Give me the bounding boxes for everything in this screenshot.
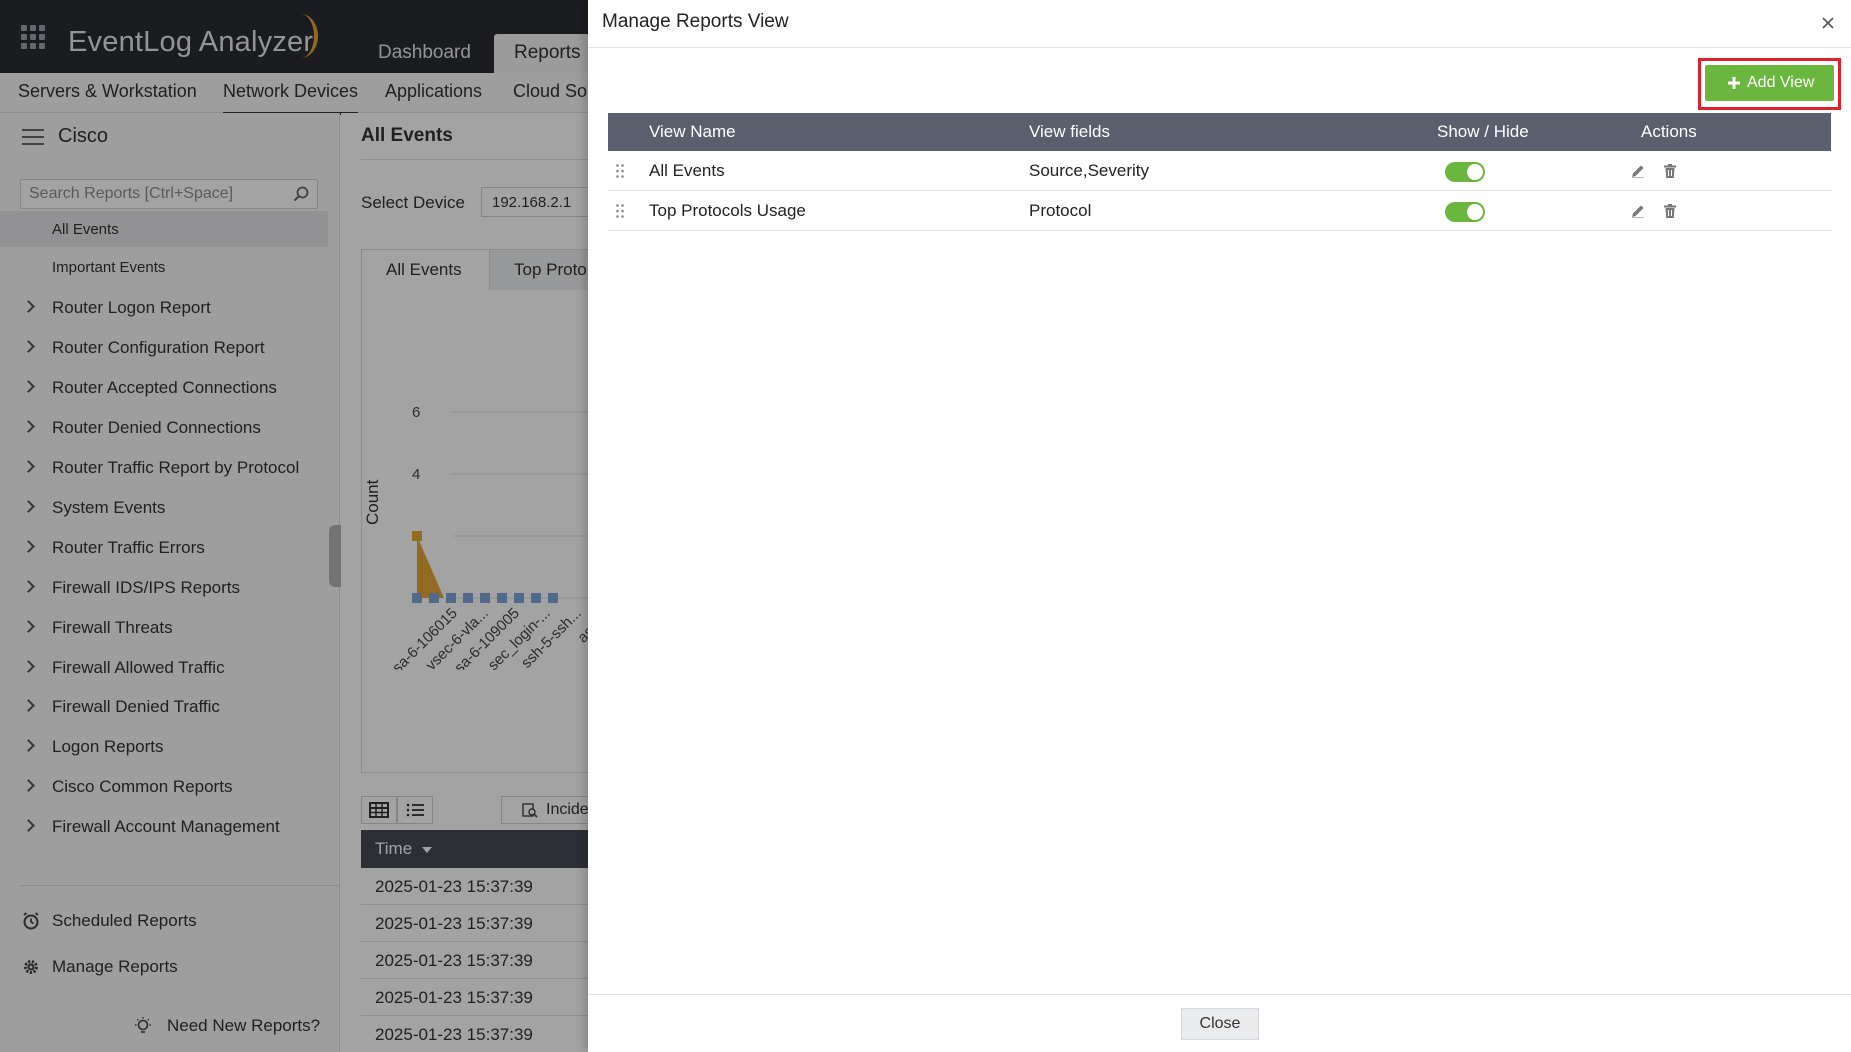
pencil-edit-icon[interactable] bbox=[1630, 163, 1646, 179]
add-view-label: Add View bbox=[1747, 74, 1815, 91]
drag-handle-icon[interactable] bbox=[615, 163, 625, 179]
manage-reports-view-dialog: Manage Reports View Add View View Name V… bbox=[588, 0, 1851, 1052]
view-fields-cell: Protocol bbox=[1029, 201, 1092, 220]
show-hide-toggle[interactable] bbox=[1445, 202, 1485, 222]
drag-handle-icon[interactable] bbox=[615, 203, 625, 219]
column-header-view-name: View Name bbox=[649, 122, 736, 141]
add-view-button[interactable]: Add View bbox=[1705, 65, 1834, 101]
trash-delete-icon[interactable] bbox=[1662, 203, 1678, 219]
table-row: All Events Source,Severity bbox=[608, 151, 1831, 191]
view-name-cell: All Events bbox=[649, 161, 725, 180]
column-header-show-hide: Show / Hide bbox=[1437, 122, 1529, 141]
dialog-title: Manage Reports View bbox=[602, 11, 789, 32]
view-fields-cell: Source,Severity bbox=[1029, 161, 1149, 180]
show-hide-toggle[interactable] bbox=[1445, 162, 1485, 182]
views-table-header: View Name View fields Show / Hide Action… bbox=[608, 113, 1831, 151]
close-icon[interactable] bbox=[1819, 14, 1837, 32]
close-button[interactable]: Close bbox=[1181, 1008, 1259, 1040]
table-row: Top Protocols Usage Protocol bbox=[608, 191, 1831, 231]
modal-backdrop[interactable] bbox=[0, 0, 588, 1052]
plus-icon bbox=[1728, 77, 1740, 89]
column-header-actions: Actions bbox=[1641, 122, 1697, 141]
trash-delete-icon[interactable] bbox=[1662, 163, 1678, 179]
dialog-footer: Close bbox=[588, 994, 1851, 1052]
pencil-edit-icon[interactable] bbox=[1630, 203, 1646, 219]
column-header-view-fields: View fields bbox=[1029, 122, 1110, 141]
dialog-header: Manage Reports View bbox=[588, 0, 1851, 48]
view-name-cell: Top Protocols Usage bbox=[649, 201, 806, 220]
